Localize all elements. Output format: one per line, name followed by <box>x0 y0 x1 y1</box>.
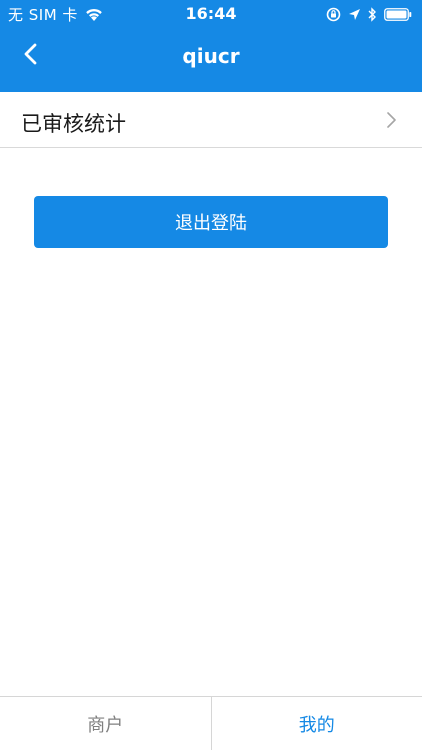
tab-mine[interactable]: 我的 <box>210 697 422 750</box>
nav-bar: qiucr <box>0 28 422 92</box>
bluetooth-icon <box>368 6 377 22</box>
status-right <box>326 5 412 23</box>
tab-merchant[interactable]: 商户 <box>0 697 211 750</box>
chevron-right-icon <box>386 111 398 129</box>
header: 无 SIM 卡 16:44 qiucr <box>0 0 422 92</box>
tab-bar: 商户 我的 <box>0 696 422 750</box>
battery-icon <box>384 7 412 21</box>
list-item-label: 已审核统计 <box>21 112 126 136</box>
location-arrow-icon <box>348 8 361 21</box>
page-title: qiucr <box>182 44 240 68</box>
orientation-lock-icon <box>326 7 341 22</box>
status-bar: 无 SIM 卡 16:44 <box>0 0 422 28</box>
screen: 无 SIM 卡 16:44 qiucr 已审核统计 退出登陆 商户 我的 <box>0 0 422 750</box>
logout-button[interactable]: 退出登陆 <box>34 196 388 248</box>
list-item-reviewed-stats[interactable]: 已审核统计 <box>0 92 422 148</box>
